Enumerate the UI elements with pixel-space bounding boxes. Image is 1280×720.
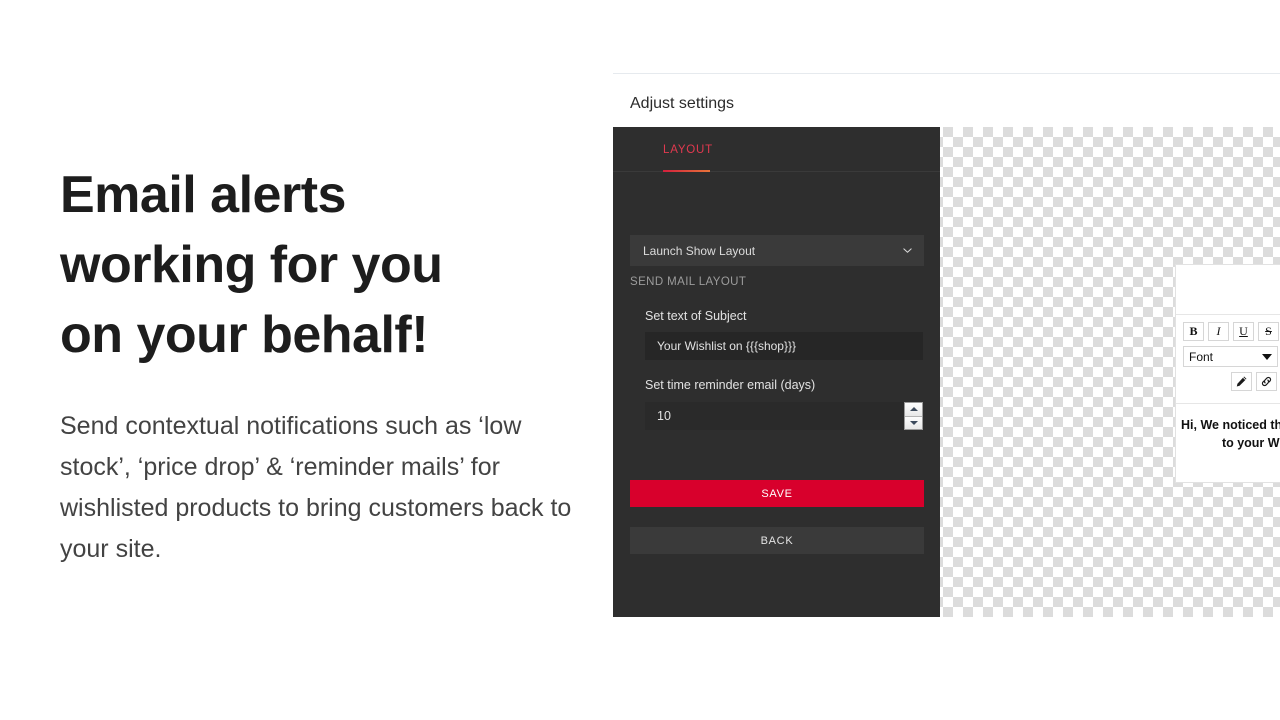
editor-toolbar-row-format: B I U S (1183, 322, 1280, 341)
settings-panel: LAYOUT Launch Show Layout SEND MAIL LAYO… (613, 127, 940, 617)
bold-button[interactable]: B (1183, 322, 1204, 341)
stepper-down-button[interactable] (905, 415, 922, 429)
editor-toolbar-row-font: Font (1183, 346, 1280, 367)
editor-body-line-2: to your Wishlist. (1221, 436, 1280, 450)
page-title: Email alerts working for you on your beh… (60, 160, 580, 370)
layout-select-value: Launch Show Layout (643, 243, 756, 258)
reminder-days-field-label: Set time reminder email (days) (645, 378, 816, 392)
subject-field-label: Set text of Subject (645, 309, 747, 323)
quantity-stepper[interactable] (904, 402, 923, 430)
heading-line-2: working for you (60, 236, 443, 294)
editor-top-strip (1176, 265, 1280, 315)
tab-layout[interactable]: LAYOUT (663, 144, 713, 166)
promo-block: Email alerts working for you on your beh… (60, 160, 580, 570)
adjust-settings-title: Adjust settings (630, 95, 735, 112)
italic-button[interactable]: I (1208, 322, 1229, 341)
section-label-send-mail-layout: SEND MAIL LAYOUT (630, 276, 747, 288)
tab-active-indicator (663, 170, 710, 172)
editor-body-line-1: Hi, We noticed tha (1181, 418, 1280, 432)
header-divider (613, 73, 1280, 74)
layout-select[interactable]: Launch Show Layout (630, 235, 924, 266)
font-select-label: Font (1189, 349, 1214, 364)
editor-toolbar: B I U S Font (1176, 315, 1280, 404)
underline-button[interactable]: U (1233, 322, 1254, 341)
save-button[interactable]: SAVE (630, 480, 924, 507)
caret-down-icon (909, 420, 918, 425)
reminder-days-input[interactable] (645, 402, 904, 430)
heading-line-3: on your behalf! (60, 306, 429, 364)
panel-tab-bar: LAYOUT (613, 127, 940, 172)
reminder-days-field (645, 402, 923, 430)
editor-toolbar-row-tools (1183, 372, 1280, 391)
heading-line-1: Email alerts (60, 166, 346, 224)
page-root: Email alerts working for you on your beh… (0, 0, 1280, 720)
back-button[interactable]: BACK (630, 527, 924, 554)
strikethrough-button[interactable]: S (1258, 322, 1279, 341)
rich-text-editor: B I U S Font Hi, We noticed tha to your … (1175, 264, 1280, 483)
caret-up-icon (909, 407, 918, 412)
stepper-up-button[interactable] (905, 403, 922, 416)
chevron-down-icon (1262, 353, 1272, 360)
subject-input[interactable] (645, 332, 923, 360)
editor-body-text[interactable]: Hi, We noticed tha to your Wishlist. (1176, 404, 1280, 482)
app-screenshot-region: Adjust settings LAYOUT Launch Show Layou… (613, 0, 1280, 720)
font-select[interactable]: Font (1183, 346, 1278, 367)
chevron-down-icon (901, 244, 914, 257)
link-icon[interactable] (1256, 372, 1277, 391)
pen-icon[interactable] (1231, 372, 1252, 391)
promo-description: Send contextual notifications such as ‘l… (60, 412, 572, 563)
